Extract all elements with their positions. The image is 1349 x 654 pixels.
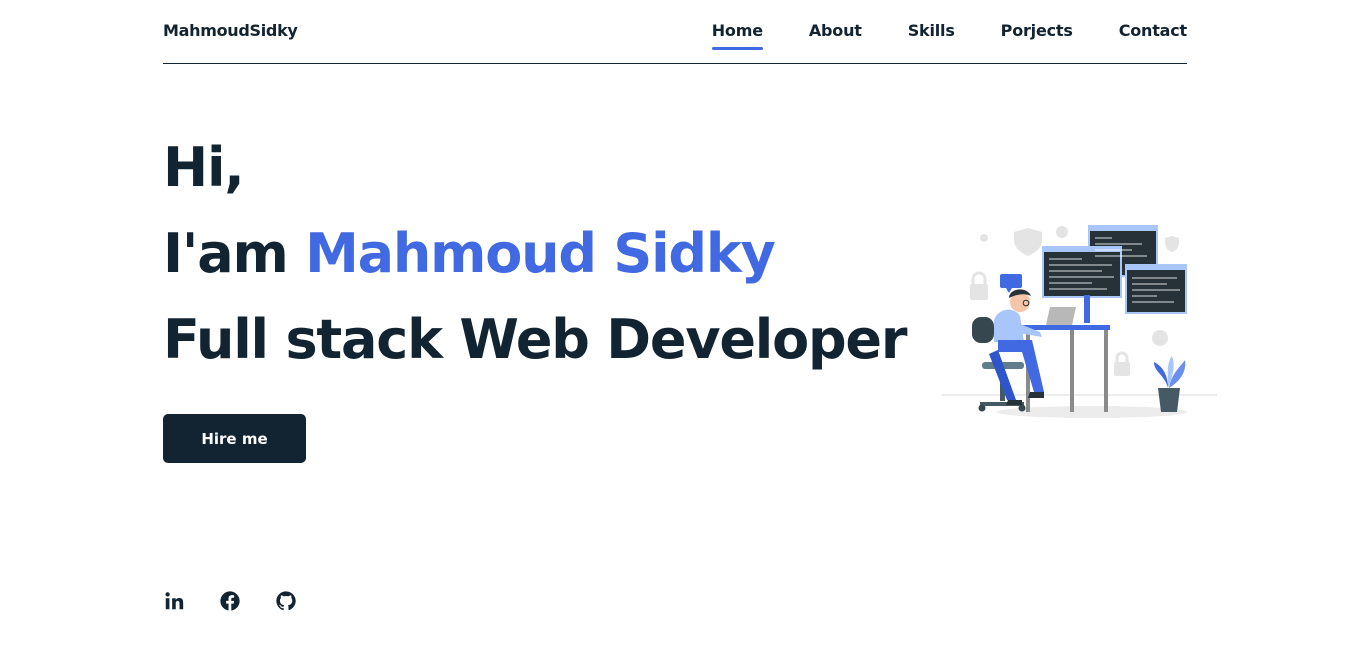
site-logo[interactable]: MahmoudSidky [163,21,298,40]
nav-item-skills[interactable]: Skills [908,21,955,40]
facebook-icon[interactable] [219,590,241,612]
main-nav: Home About Skills Porjects Contact [711,21,1188,50]
nav-item-home[interactable]: Home [711,21,763,50]
hero-greeting: Hi, [163,136,245,199]
github-icon[interactable] [275,590,297,612]
hire-me-button[interactable]: Hire me [163,414,306,463]
developer-at-desk-illustration [942,225,1217,418]
nav-item-about[interactable]: About [809,21,862,40]
social-links [163,590,297,612]
nav-item-projects[interactable]: Porjects [1001,21,1073,40]
hero-section: Hi, I'am Mahmoud Sidky Full stack Web De… [163,125,907,383]
hero-intro-prefix: I'am [163,222,306,285]
nav-item-contact[interactable]: Contact [1119,21,1188,40]
hero-role: Full stack Web Developer [163,308,907,371]
linkedin-icon[interactable] [163,590,185,612]
site-header: MahmoudSidky Home About Skills Porjects … [163,0,1187,64]
hero-name: Mahmoud Sidky [305,222,776,285]
hero-intro: I'am Mahmoud Sidky [163,211,906,297]
